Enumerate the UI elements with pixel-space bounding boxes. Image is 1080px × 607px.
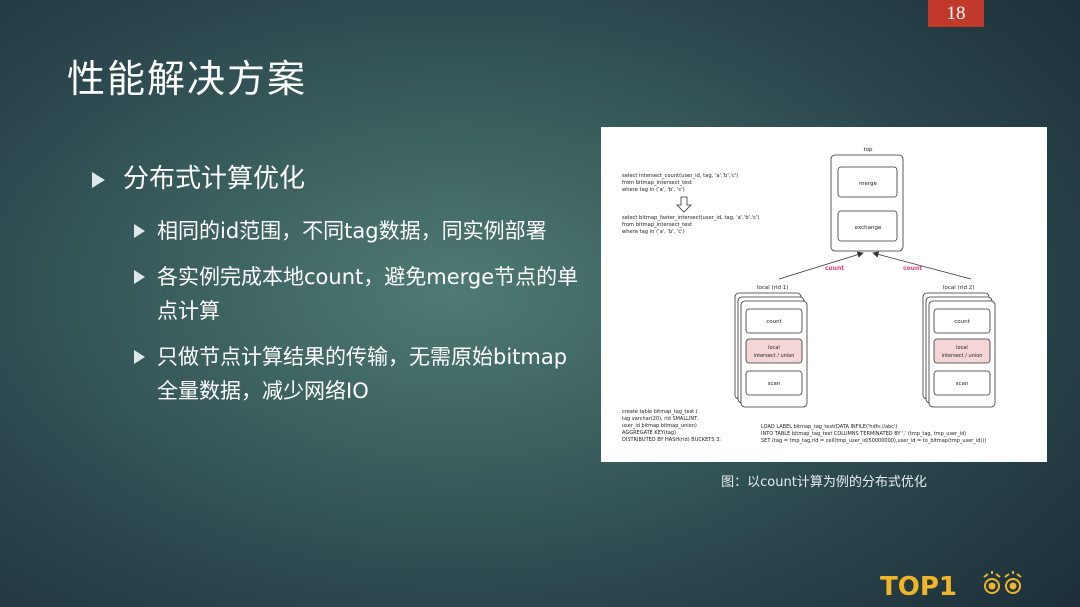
local-node-right: count local intersect / union scan (922, 292, 996, 408)
svg-text:LOAD LABEL bitmap_tag_test(DAT: LOAD LABEL bitmap_tag_test(DATA INFILE('… (761, 424, 897, 430)
triangle-bullet-icon (92, 172, 105, 188)
bullet-item-3: 只做节点计算结果的传输，无需原始bitmap全量数据，减少网络IO (134, 340, 582, 408)
bullet-list: 分布式计算优化 相同的id范围，不同tag数据，同实例部署 各实例完成本地cou… (92, 160, 582, 420)
svg-text:SET (tag = tmp_tag,rid = ceil(: SET (tag = tmp_tag,rid = ceil(tmp_user_i… (761, 438, 986, 444)
svg-text:AGGREGATE KEY(tag): AGGREGATE KEY(tag) (622, 430, 676, 436)
logo-text: TOP1 (880, 572, 957, 602)
svg-text:where tag in ('a', 'b', 'c'): where tag in ('a', 'b', 'c') (622, 187, 685, 193)
svg-text:where tag in ('a', 'b', 'c'): where tag in ('a', 'b', 'c') (622, 229, 685, 235)
top1-logo: TOP1 (880, 570, 1030, 602)
sql-query-1: select intersect_count(user_id, tag, 'a'… (622, 173, 738, 193)
diagram-figure: select intersect_count(user_id, tag, 'a'… (601, 127, 1047, 462)
scan-box-label: scan (768, 381, 781, 387)
scan-box-label: scan (956, 381, 969, 387)
local-node-left: count local intersect / union scan (734, 292, 808, 408)
svg-text:tag varchar(20), rid SMALLINT: tag varchar(20), rid SMALLINT, (622, 416, 699, 422)
local-op-label: intersect / union (754, 353, 795, 359)
slide-title: 性能解决方案 (67, 57, 308, 101)
bullet-level1: 分布式计算优化 (92, 160, 582, 198)
triangle-bullet-icon (134, 270, 145, 284)
count-box-label: count (954, 319, 970, 325)
local-left-label: local (rid 1) (757, 285, 788, 291)
top-label: top (863, 147, 873, 153)
bullet-item-1: 相同的id范围，不同tag数据，同实例部署 (134, 214, 582, 248)
count-arrow-left (778, 251, 864, 280)
svg-text:DISTRIBUTED BY HASH(rid) BUCKE: DISTRIBUTED BY HASH(rid) BUCKETS 3; (622, 437, 721, 443)
exchange-label: exchange (855, 225, 882, 231)
figure-caption: 图：以count计算为例的分布式优化 (721, 475, 927, 490)
svg-text:select intersect_count(user_id: select intersect_count(user_id, tag, 'a'… (622, 173, 738, 179)
local-right-label: local (rid 2) (943, 285, 974, 291)
page-number: 18 (928, 0, 984, 27)
svg-text:user_id bitmap bitmap_union): user_id bitmap bitmap_union) (622, 423, 697, 429)
count-box-label: count (766, 319, 782, 325)
local-op-label: intersect / union (942, 353, 983, 359)
svg-text:select bitmap_faster_intersect: select bitmap_faster_intersect(user_id, … (622, 215, 759, 221)
merge-label: merge (859, 181, 877, 187)
bullet-level1-text: 分布式计算优化 (123, 164, 306, 194)
svg-text:INTO TABLE bitmap_tag_test COL: INTO TABLE bitmap_tag_test COLUMNS TERMI… (761, 431, 966, 437)
bullet-item-text: 各实例完成本地count，避免merge节点的单点计算 (157, 265, 579, 323)
bullet-item-text: 只做节点计算结果的传输，无需原始bitmap全量数据，减少网络IO (157, 345, 568, 403)
local-op-label: local (956, 345, 968, 351)
sql-query-2: select bitmap_faster_intersect(user_id, … (622, 215, 759, 235)
svg-text:from bitmap_intersect_test: from bitmap_intersect_test (622, 180, 692, 186)
bullet-item-text: 相同的id范围，不同tag数据，同实例部署 (157, 219, 547, 243)
svg-text:create table bitmap_tag_test (: create table bitmap_tag_test ( (622, 409, 698, 415)
bullet-item-2: 各实例完成本地count，避免merge节点的单点计算 (134, 260, 582, 328)
distributed-count-diagram: select intersect_count(user_id, tag, 'a'… (622, 147, 996, 444)
create-table-sql: create table bitmap_tag_test ( tag varch… (622, 409, 721, 443)
load-label-sql: LOAD LABEL bitmap_tag_test(DATA INFILE('… (761, 424, 986, 444)
down-arrow-icon (676, 196, 692, 213)
count-arrow-label-left: count (825, 265, 844, 272)
local-op-label: local (768, 345, 780, 351)
triangle-bullet-icon (134, 350, 145, 364)
svg-text:from bitmap_intersect_test: from bitmap_intersect_test (622, 222, 692, 228)
logo-eyes-icon (983, 571, 1022, 594)
count-arrow-label-right: count (903, 265, 922, 272)
triangle-bullet-icon (134, 224, 145, 238)
